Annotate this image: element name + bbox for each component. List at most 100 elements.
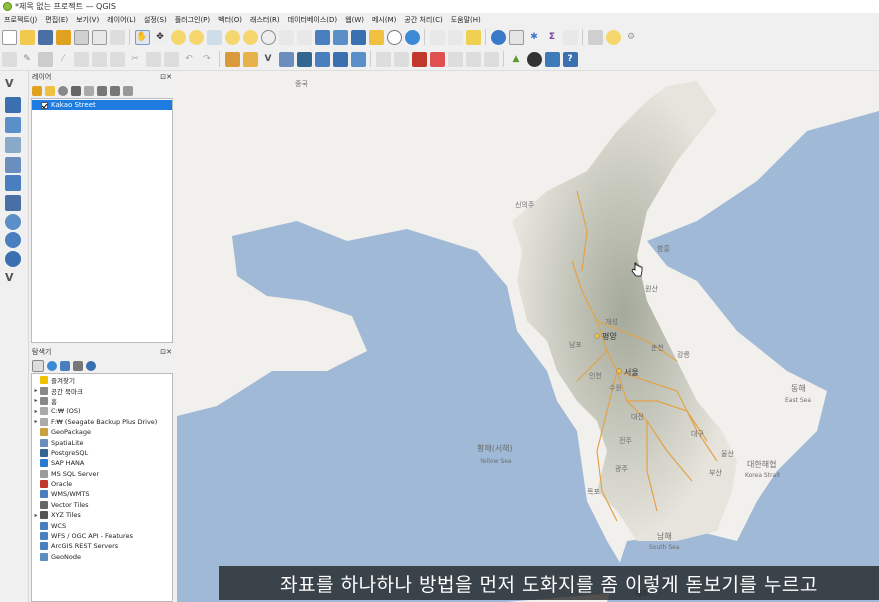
- menu-item[interactable]: 웹(W): [341, 15, 368, 25]
- browser-item[interactable]: GeoNode: [32, 552, 172, 562]
- menu-item[interactable]: 레이어(L): [103, 15, 140, 25]
- current-edits-icon[interactable]: [1, 51, 17, 67]
- text-annotation-icon[interactable]: [605, 29, 621, 45]
- menu-item[interactable]: 설정(S): [140, 15, 171, 25]
- paste-features-icon[interactable]: [163, 51, 179, 67]
- collapse-all-icon[interactable]: [110, 85, 120, 96]
- browser-item[interactable]: SpatiaLite: [32, 437, 172, 447]
- menu-item[interactable]: 데이터베이스(D): [284, 15, 342, 25]
- browser-item[interactable]: ▸ XYZ Tiles: [32, 510, 172, 520]
- new-map-view-icon[interactable]: [314, 29, 330, 45]
- panel-close-icon[interactable]: ⊡✕: [160, 73, 172, 81]
- label-settings-icon[interactable]: [429, 51, 445, 67]
- browser-item[interactable]: 즐겨찾기: [32, 375, 172, 385]
- menu-item[interactable]: 메시(M): [368, 15, 400, 25]
- change-label-icon[interactable]: [483, 51, 499, 67]
- copy-features-icon[interactable]: [145, 51, 161, 67]
- add-vector-tile-icon[interactable]: [5, 157, 21, 173]
- new-print-layout-icon[interactable]: [73, 29, 89, 45]
- browser-item[interactable]: ▸ F:₩ (Seagate Backup Plus Drive): [32, 417, 172, 427]
- menu-item[interactable]: 래스터(R): [246, 15, 284, 25]
- browser-item[interactable]: ArcGIS REST Servers: [32, 541, 172, 551]
- browser-item[interactable]: MS SQL Server: [32, 469, 172, 479]
- pin-labels-icon[interactable]: [393, 51, 409, 67]
- menu-item[interactable]: 공간 처리(C): [400, 15, 446, 25]
- browser-item[interactable]: PostgreSQL: [32, 448, 172, 458]
- add-feature-icon[interactable]: [91, 51, 107, 67]
- zoom-to-layer-icon[interactable]: [242, 29, 258, 45]
- add-wms-icon[interactable]: [314, 51, 330, 67]
- select-features-icon[interactable]: [429, 29, 445, 45]
- layer-item[interactable]: Kakao Street: [32, 100, 172, 110]
- statistical-summary-icon[interactable]: Σ: [545, 30, 560, 45]
- zoom-next-icon[interactable]: [296, 29, 312, 45]
- show-bookmarks-icon[interactable]: [368, 29, 384, 45]
- vertex-tool-icon[interactable]: [73, 51, 89, 67]
- expand-arrow-icon[interactable]: ▸: [32, 512, 40, 519]
- menu-item[interactable]: 편집(E): [41, 15, 72, 25]
- add-wfs-layer-icon[interactable]: [5, 195, 21, 211]
- remove-layer-icon[interactable]: [123, 85, 133, 96]
- move-label-icon[interactable]: [447, 51, 463, 67]
- browser-filter-icon[interactable]: [60, 360, 70, 371]
- save-project-icon[interactable]: [37, 29, 53, 45]
- add-postgis-icon[interactable]: [296, 51, 312, 67]
- style-manager-icon[interactable]: [109, 29, 125, 45]
- add-gpx-layer-icon[interactable]: [5, 175, 21, 191]
- processing-toolbox-icon[interactable]: ✱: [527, 30, 542, 45]
- browser-item[interactable]: WFS / OGC API - Features: [32, 531, 172, 541]
- deselect-icon[interactable]: [465, 29, 481, 45]
- expand-arrow-icon[interactable]: ▸: [32, 387, 40, 394]
- filter-legend-icon[interactable]: [71, 85, 81, 96]
- select-by-value-icon[interactable]: [447, 29, 463, 45]
- expand-arrow-icon[interactable]: ▸: [32, 397, 40, 404]
- refresh-icon[interactable]: [404, 29, 420, 45]
- menu-item[interactable]: 프로젝트(J): [0, 15, 41, 25]
- filter-expression-icon[interactable]: [84, 85, 94, 96]
- open-project-icon[interactable]: [19, 29, 35, 45]
- add-wms-layer-icon[interactable]: [5, 117, 21, 133]
- save-as-icon[interactable]: [55, 29, 71, 45]
- pan-map-icon[interactable]: ✋: [134, 29, 150, 45]
- add-spatialite-icon[interactable]: [278, 51, 294, 67]
- python-console-icon[interactable]: [544, 51, 560, 67]
- zoom-full-icon[interactable]: [206, 29, 222, 45]
- expand-arrow-icon[interactable]: ▸: [32, 408, 40, 415]
- map-svg[interactable]: 중국 황해(서해) Yellow Sea 동해 East Sea 대한해협 Ko…: [177, 71, 879, 602]
- delete-selected-icon[interactable]: [109, 51, 125, 67]
- layout-manager-icon[interactable]: [91, 29, 107, 45]
- rotate-label-icon[interactable]: [465, 51, 481, 67]
- browser-item[interactable]: ▸ 공간 북마크: [32, 385, 172, 396]
- panel-close-icon[interactable]: ⊡✕: [160, 348, 172, 356]
- map-tips-icon[interactable]: [562, 29, 578, 45]
- manage-map-themes-icon[interactable]: [58, 85, 68, 96]
- expand-arrow-icon[interactable]: ▸: [32, 418, 40, 425]
- temporal-controller-icon[interactable]: [386, 29, 402, 45]
- add-raster-icon[interactable]: [332, 51, 348, 67]
- settings-gear-icon[interactable]: ⚙: [624, 30, 639, 45]
- qms-icon[interactable]: [526, 51, 542, 67]
- add-vector-layer-icon[interactable]: [242, 51, 258, 67]
- browser-item[interactable]: GeoPackage: [32, 427, 172, 437]
- zoom-in-icon[interactable]: [170, 29, 186, 45]
- cut-features-icon[interactable]: ✂: [128, 52, 143, 67]
- menu-item[interactable]: 보기(V): [72, 15, 103, 25]
- new-project-icon[interactable]: [1, 29, 17, 45]
- browser-item[interactable]: ▸ C:₩ (OS): [32, 406, 172, 416]
- add-mesh-icon[interactable]: [350, 51, 366, 67]
- add-wcs-layer-icon[interactable]: [5, 214, 21, 230]
- layer-visibility-checkbox[interactable]: [41, 101, 48, 109]
- redo-icon[interactable]: ↷: [200, 52, 215, 67]
- browser-refresh-icon[interactable]: [47, 360, 57, 371]
- map-canvas[interactable]: 중국 황해(서해) Yellow Sea 동해 East Sea 대한해협 Ko…: [177, 71, 879, 602]
- georeferencer-icon[interactable]: ▲: [509, 52, 524, 67]
- browser-info-icon[interactable]: [86, 360, 96, 371]
- help-icon[interactable]: ?: [562, 51, 578, 67]
- pan-to-selection-icon[interactable]: ✥: [152, 29, 168, 45]
- add-spatialite-layer-icon[interactable]: [5, 137, 21, 153]
- new-3d-map-icon[interactable]: [332, 29, 348, 45]
- highlight-labels-icon[interactable]: [411, 51, 427, 67]
- expand-all-icon[interactable]: [97, 85, 107, 96]
- browser-item[interactable]: WMS/WMTS: [32, 489, 172, 499]
- digitize-icon[interactable]: ⁄: [56, 52, 71, 67]
